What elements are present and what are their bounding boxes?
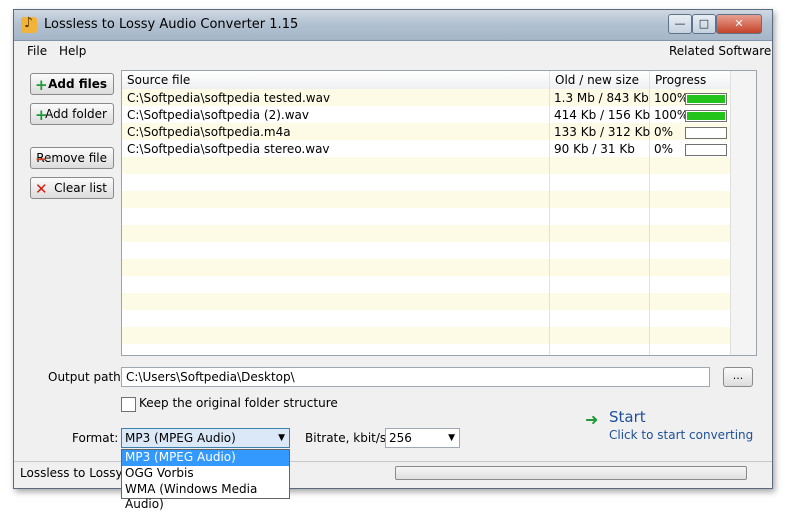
- format-option-wma[interactable]: WMA (Windows Media Audio): [122, 482, 289, 511]
- bitrate-select[interactable]: 256 ▼: [385, 428, 460, 448]
- format-option-ogg[interactable]: OGG Vorbis: [122, 466, 289, 482]
- format-dropdown-list: MP3 (MPEG Audio) OGG Vorbis WMA (Windows…: [121, 449, 290, 511]
- window-title: Lossless to Lossy Audio Converter 1.15: [44, 17, 299, 32]
- row-progress-fill: [687, 112, 725, 120]
- clear-list-label: Clear list: [54, 181, 107, 195]
- add-folder-label: Add folder: [45, 107, 107, 121]
- start-button[interactable]: Start: [609, 408, 646, 426]
- source-file-cell: C:\Softpedia\softpedia tested.wav: [127, 91, 331, 105]
- output-path-label: Output path:: [48, 370, 125, 384]
- format-select[interactable]: MP3 (MPEG Audio) ▼: [121, 428, 290, 448]
- list-row-background: [122, 293, 730, 310]
- column-progress[interactable]: Progress: [655, 73, 706, 87]
- keep-structure-label: Keep the original folder structure: [139, 396, 338, 410]
- browse-button[interactable]: ...: [723, 367, 753, 387]
- bitrate-label: Bitrate, kbit/s:: [305, 431, 391, 445]
- minimize-button[interactable]: —: [668, 14, 692, 34]
- progress-percent-cell: 0%: [654, 125, 674, 139]
- add-files-label: Add files: [48, 77, 107, 91]
- add-folder-button[interactable]: + Add folder: [30, 103, 114, 125]
- close-button[interactable]: ✕: [716, 14, 762, 34]
- plus-icon: +: [35, 76, 48, 94]
- keep-structure-checkbox[interactable]: [121, 397, 136, 412]
- column-size[interactable]: Old / new size: [555, 73, 639, 87]
- list-row-background: [122, 259, 730, 276]
- row-progress-bar: [685, 110, 727, 122]
- menu-bar: File Help Related Software: [14, 41, 772, 61]
- list-row-background: [122, 327, 730, 344]
- source-file-cell: C:\Softpedia\softpedia.m4a: [127, 125, 291, 139]
- output-path-input[interactable]: C:\Users\Softpedia\Desktop\: [121, 367, 710, 387]
- source-file-cell: C:\Softpedia\softpedia (2).wav: [127, 108, 310, 122]
- menu-help[interactable]: Help: [59, 44, 86, 58]
- size-cell: 1.3 Mb / 843 Kb: [554, 91, 649, 105]
- list-row-background: [122, 208, 730, 225]
- plus-icon: +: [35, 106, 48, 124]
- list-row-background: [122, 310, 730, 327]
- minus-icon: −: [35, 150, 48, 168]
- source-file-cell: C:\Softpedia\softpedia stereo.wav: [127, 142, 330, 156]
- file-list[interactable]: Source file Old / new size Progress C:\S…: [121, 70, 757, 356]
- list-row-background: [122, 225, 730, 242]
- file-list-header: Source file Old / new size Progress: [122, 71, 756, 90]
- table-row[interactable]: C:\Softpedia\softpedia.m4a 133 Kb / 312 K…: [122, 124, 730, 141]
- row-progress-bar: [685, 93, 727, 105]
- bitrate-value: 256: [389, 431, 412, 445]
- title-bar[interactable]: Lossless to Lossy Audio Converter 1.15 —…: [14, 10, 772, 41]
- file-list-scrollbar[interactable]: [730, 71, 756, 355]
- chevron-down-icon: ▼: [278, 433, 285, 443]
- menu-file[interactable]: File: [27, 44, 47, 58]
- progress-percent-cell: 100%: [654, 108, 689, 122]
- list-row-background: [122, 191, 730, 208]
- start-hint: Click to start converting: [609, 428, 754, 442]
- size-cell: 133 Kb / 312 Kb: [554, 125, 651, 139]
- remove-file-button[interactable]: − Remove file: [30, 147, 114, 169]
- format-label: Format:: [72, 431, 119, 445]
- table-row[interactable]: C:\Softpedia\softpedia tested.wav 1.3 Mb …: [122, 90, 730, 107]
- add-files-button[interactable]: + Add files: [30, 73, 114, 95]
- app-window: Lossless to Lossy Audio Converter 1.15 —…: [13, 9, 773, 511]
- list-row-background: [122, 344, 730, 355]
- table-row[interactable]: C:\Softpedia\softpedia stereo.wav 90 Kb /…: [122, 141, 730, 158]
- size-cell: 90 Kb / 31 Kb: [554, 142, 635, 156]
- x-icon: ✕: [35, 180, 48, 198]
- list-row-background: [122, 157, 730, 174]
- table-row[interactable]: C:\Softpedia\softpedia (2).wav 414 Kb / 1…: [122, 107, 730, 124]
- music-note-icon: [21, 15, 37, 33]
- row-progress-fill: [687, 95, 725, 103]
- menu-related-software[interactable]: Related Software: [669, 44, 771, 58]
- list-row-background: [122, 242, 730, 259]
- list-row-background: [122, 174, 730, 191]
- maximize-button[interactable]: □: [692, 14, 716, 34]
- start-arrow-icon[interactable]: ➜: [585, 410, 598, 429]
- overall-progress-bar: [395, 466, 747, 480]
- chevron-down-icon: ▼: [448, 433, 455, 443]
- format-option-mp3[interactable]: MP3 (MPEG Audio): [122, 450, 289, 466]
- progress-percent-cell: 0%: [654, 142, 674, 156]
- clear-list-button[interactable]: ✕ Clear list: [30, 177, 114, 199]
- row-progress-bar: [685, 127, 727, 139]
- list-row-background: [122, 276, 730, 293]
- column-source-file[interactable]: Source file: [127, 73, 190, 87]
- progress-percent-cell: 100%: [654, 91, 689, 105]
- row-progress-bar: [685, 144, 727, 156]
- format-selected-value: MP3 (MPEG Audio): [125, 431, 236, 445]
- size-cell: 414 Kb / 156 Kb: [554, 108, 651, 122]
